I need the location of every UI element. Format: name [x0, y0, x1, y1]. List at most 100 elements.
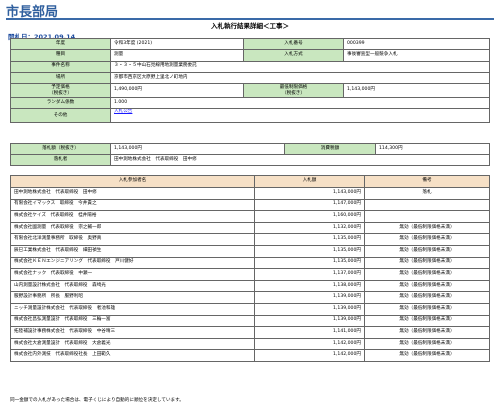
bid-participant: 有限会社北洋測量事務所 取締役 奥野真 [10, 233, 255, 246]
bid-row: 田中測地株式会社 代表取締役 田中修 1,143,000円 落札 [10, 187, 490, 200]
bid-remark: 無効（最低制限価格未満） [364, 256, 490, 270]
location-label: 場所 [10, 71, 111, 85]
bid-participant: ニッチ測量設計株式会社 代表取締役 者池和雄 [10, 302, 255, 316]
bid-amount: 1,160,000円 [254, 210, 365, 223]
bid-remark: 無効（最低制限価格未満） [364, 279, 490, 293]
bids-table: 入札参加者名 入札額 備考 田中測地株式会社 代表取締役 田中修 1,143,00… [10, 175, 490, 362]
bid-row: 株式会社大倉測量設計 代表取締役 大倉義光 1,142,000円 無効（最低制限価格… [10, 337, 490, 351]
planned-price-label: 予定価格 （税抜き） [10, 83, 111, 99]
bid-row: 有限会社イマックス 取締役 今井貴之 1,147,000円 [10, 198, 490, 212]
bid-remark: 無効（最低制限価格未満） [364, 302, 490, 316]
bid-row: 株式会社ケイズ 代表取締役 桂井陽裕 1,160,000円 [10, 210, 490, 223]
bid-amount: 1,139,000円 [254, 291, 365, 304]
winner-label: 落札者 [10, 154, 111, 166]
bid-amount: 1,147,000円 [254, 198, 365, 212]
award-table: 落札額（税抜き） 1,143,000円 消費税額 114,300円 落札者 田中… [10, 143, 490, 166]
col-remarks: 備考 [364, 175, 490, 188]
bids-header-row: 入札参加者名 入札額 備考 [10, 175, 490, 188]
bid-amount: 1,142,000円 [254, 337, 365, 351]
info-row-random: ランダム係数 1.000 [10, 97, 490, 110]
info-row-other: その他 入札公告 [10, 108, 490, 124]
info-row-location: 場所 京都市西京区大原野上里北ノ町地内 [10, 71, 490, 85]
bid-remark: 無効（最低制限価格未満） [364, 244, 490, 258]
year-value: 令和3年度 (2021) [110, 37, 244, 51]
project-label: 事件名称 [10, 60, 111, 73]
bid-row: 株式会社ＫＥＮエンジニアリング 代表取締役 戸川健好 1,135,000円 無効（最… [10, 256, 490, 270]
bid-row: 山内測量設計株式会社 代表取締役 森崎光 1,138,000円 無効（最低制限価格未… [10, 279, 490, 293]
bid-amount: 1,138,000円 [254, 279, 365, 293]
bid-row: 株式会社國測量 代表取締役 宗之輔一郎 1,132,000円 無効（最低制限価格未満… [10, 221, 490, 235]
bid-amount: 1,135,000円 [254, 244, 365, 258]
other-label: その他 [10, 108, 111, 124]
bid-remark [364, 198, 490, 212]
random-label: ランダム係数 [10, 97, 111, 110]
bid-amount: 1,135,000円 [254, 256, 365, 270]
bid-info-table: 年度 令和3年度 (2021) 入札番号 000399 種目 測量 入札方式 事… [10, 37, 490, 124]
winner-value: 田中測地株式会社 代表取締役 田中修 [110, 154, 490, 166]
notice-link[interactable]: 入札公告 [114, 110, 132, 115]
bid-participant: 株式会社大倉測量設計 代表取締役 大倉義光 [10, 337, 255, 351]
planned-price-label-text: 予定価格 [51, 84, 70, 90]
bid-participant: 山内測量設計株式会社 代表取締役 森崎光 [10, 279, 255, 293]
bid-row: 株式会社昌弘測量設計 代表取締役 三輪一富 1,139,000円 無効（最低制限価格… [10, 314, 490, 328]
bid-participant: 株式会社昌弘測量設計 代表取締役 三輪一富 [10, 314, 255, 328]
tax-value: 114,300円 [375, 143, 490, 155]
bid-participant: 株式会社ＫＥＮエンジニアリング 代表取締役 戸川健好 [10, 256, 255, 270]
bid-row: 株式会社ナック 代表取締役 中瀬一 1,137,000円 無効（最低制限価格未満） [10, 268, 490, 281]
bid-amount: 1,139,000円 [254, 302, 365, 316]
info-row-type: 種目 測量 入札方式 事後審査型一般競争入札 [10, 49, 490, 62]
bid-participant: 有限会社イマックス 取締役 今井貴之 [10, 198, 255, 212]
bid-participant: 株式会社内外測技 代表取締役社長 上田範久 [10, 349, 255, 362]
method-value: 事後審査型一般競争入札 [343, 49, 490, 62]
bid-participant: 株式会社ケイズ 代表取締役 桂井陽裕 [10, 210, 255, 223]
bid-remark: 無効（最低制限価格未満） [364, 326, 490, 339]
info-row-project: 事件名称 ３・３・５中山石見線用地測量業務委託 [10, 60, 490, 73]
col-participant: 入札参加者名 [10, 175, 255, 188]
bid-amount: 1,139,000円 [254, 314, 365, 328]
bid-participant: 田中測地株式会社 代表取締役 田中修 [10, 187, 255, 200]
bid-row: 有限会社北洋測量事務所 取締役 奥野真 1,135,000円 無効（最低制限価格未満… [10, 233, 490, 246]
project-value: ３・３・５中山石見線用地測量業務委託 [110, 60, 490, 73]
min-price-value: 1,143,000円 [343, 83, 490, 99]
bid-remark: 落札 [364, 187, 490, 200]
page-title: 入札執行結果詳細＜工事＞ [211, 22, 289, 30]
bid-row: ニッチ測量設計株式会社 代表取締役 者池和雄 1,139,000円 無効（最低制限価… [10, 302, 490, 316]
award-amount-label: 落札額（税抜き） [10, 143, 111, 155]
footer-note: 同一金額での入札があった場合は、電子くじにより自動的に順位を決定しています。 [10, 398, 184, 403]
other-value: 入札公告 [110, 108, 490, 124]
col-amount: 入札額 [254, 175, 365, 188]
bid-remark: 無効（最低制限価格未満） [364, 291, 490, 304]
bid-row: 辰巳工業株式会社 代表取締役 細田禎生 1,135,000円 無効（最低制限価格未満… [10, 244, 490, 258]
award-amount-value: 1,143,000円 [110, 143, 285, 155]
bid-row: 拓陸補設計事務株式会社 代表取締役 中谷晴三 1,141,000円 無効（最低制限価… [10, 326, 490, 339]
min-price-label-sub: （税抜き） [282, 90, 305, 96]
bid-row: 服野設計事務所 所長 服野利昭 1,139,000円 無効（最低制限価格未満） [10, 291, 490, 304]
bid-amount: 1,135,000円 [254, 233, 365, 246]
bid-remark [364, 210, 490, 223]
type-label: 種目 [10, 49, 111, 62]
location-value: 京都市西京区大原野上里北ノ町地内 [110, 71, 490, 85]
bid-remark: 無効（最低制限価格未満） [364, 268, 490, 281]
bid-amount: 1,141,000円 [254, 326, 365, 339]
random-value: 1.000 [110, 97, 490, 110]
bid-amount: 1,132,000円 [254, 221, 365, 235]
award-row-amount: 落札額（税抜き） 1,143,000円 消費税額 114,300円 [10, 143, 490, 155]
bid-amount: 1,137,000円 [254, 268, 365, 281]
bid-participant: 拓陸補設計事務株式会社 代表取締役 中谷晴三 [10, 326, 255, 339]
info-row-prices: 予定価格 （税抜き） 1,490,000円 最低制限価格 （税抜き） 1,143… [10, 83, 490, 99]
min-price-label-text: 最低制限価格 [279, 84, 308, 90]
method-label: 入札方式 [243, 49, 344, 62]
bid-remark: 無効（最低制限価格未満） [364, 221, 490, 235]
planned-price-label-sub: （税抜き） [49, 90, 72, 96]
bid-remark: 無効（最低制限価格未満） [364, 349, 490, 362]
tax-label: 消費税額 [284, 143, 376, 155]
bid-remark: 無効（最低制限価格未満） [364, 314, 490, 328]
bid-amount: 1,142,000円 [254, 349, 365, 362]
bid-participant: 辰巳工業株式会社 代表取締役 細田禎生 [10, 244, 255, 258]
bid-remark: 無効（最低制限価格未満） [364, 337, 490, 351]
bid-amount: 1,143,000円 [254, 187, 365, 200]
bid-remark: 無効（最低制限価格未満） [364, 233, 490, 246]
bid-participant: 株式会社國測量 代表取締役 宗之輔一郎 [10, 221, 255, 235]
info-row-year: 年度 令和3年度 (2021) 入札番号 000399 [10, 37, 490, 51]
bid-no-value: 000399 [343, 37, 490, 51]
